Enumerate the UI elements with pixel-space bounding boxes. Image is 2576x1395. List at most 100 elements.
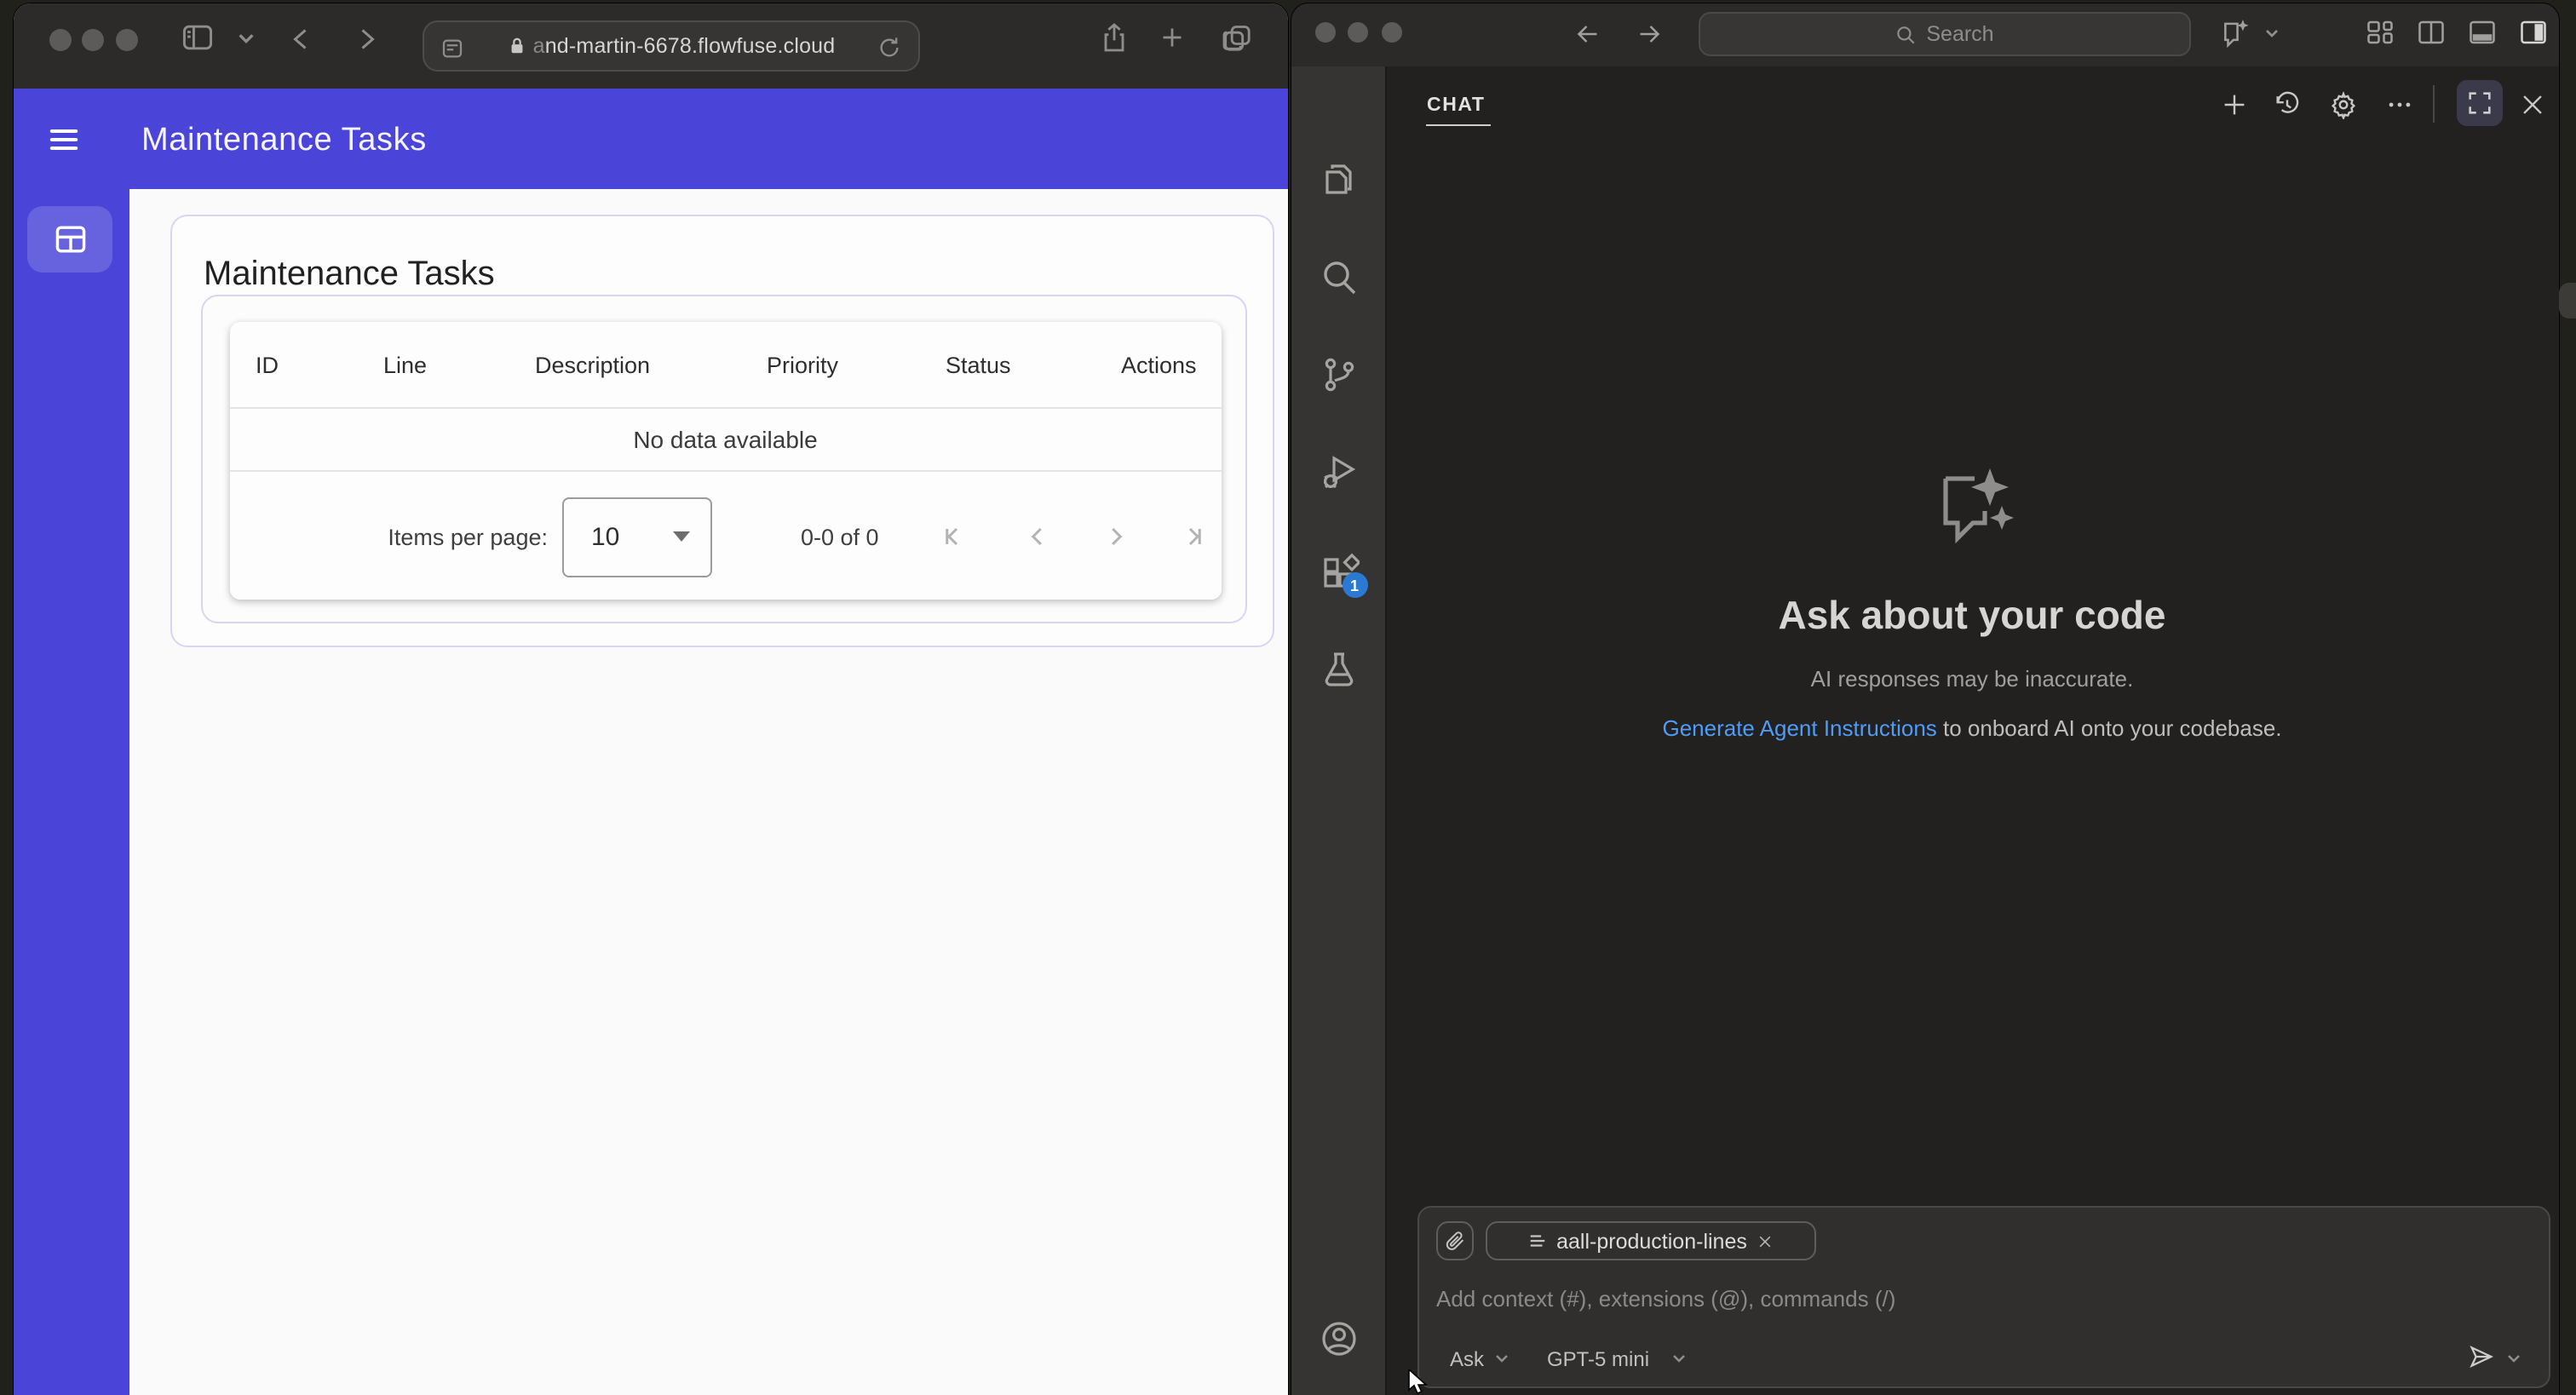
items-per-page-label: Items per page: [388,525,548,550]
paperclip-icon [1446,1231,1464,1250]
maintenance-card: Maintenance Tasks ID Line Description Pr… [170,215,1274,646]
customize-layout-icon[interactable] [2364,17,2395,48]
chat-settings-gear-icon[interactable] [2328,90,2357,119]
items-per-page-value: 10 [591,522,620,551]
divider [2432,85,2434,123]
traffic-light-minimize[interactable] [1348,22,1368,43]
chat-panel: CHAT Ask about your code AI responses ma… [1386,66,2558,1395]
items-per-page-select[interactable]: 10 [562,497,712,577]
nav-forward-icon[interactable] [1633,19,1664,49]
column-header-id[interactable]: ID [256,352,383,377]
traffic-light-close[interactable] [49,28,71,50]
dashboard-sidebar [14,189,129,1395]
activity-bar: 1 [1291,66,1386,1395]
send-icon[interactable] [2467,1341,2496,1370]
traffic-light-zoom[interactable] [115,28,137,50]
mouse-cursor [1407,1369,1429,1395]
background-window-edge [2558,283,2576,319]
lock-icon [511,37,522,54]
link-suffix: to onboard AI onto your codebase. [1936,715,2282,741]
search-icon [1896,26,1914,43]
share-icon[interactable] [1097,19,1131,56]
model-picker[interactable]: GPT-5 mini [1547,1346,1649,1370]
sidebar-item-page[interactable] [27,206,112,273]
pagination-range: 0-0 of 0 [801,525,879,550]
chevron-down-icon[interactable] [237,29,256,48]
generate-agent-instructions-link[interactable]: Generate Agent Instructions [1662,715,1936,741]
safari-window: and-martin-6678.flowfuse.cloud Maintenan [14,3,1287,1395]
vscode-titlebar: Search [1291,3,2558,66]
select-arrow-icon [673,531,690,542]
column-header-status[interactable]: Status [946,352,1121,377]
attach-context-button[interactable] [1436,1221,1474,1260]
remove-context-icon[interactable] [1757,1232,1774,1249]
table-empty-message: No data available [633,426,818,453]
first-page-icon[interactable] [939,521,969,552]
send-dropdown-icon[interactable] [2506,1350,2521,1365]
nav-back-icon[interactable] [1572,19,1602,49]
search-placeholder: Search [1926,22,1994,46]
column-header-actions[interactable]: Actions [1121,352,1221,377]
chat-history-icon[interactable] [2272,90,2301,119]
card-title: Maintenance Tasks [204,255,495,293]
traffic-light-close[interactable] [1314,22,1335,43]
column-header-description[interactable]: Description [535,352,767,377]
context-chip[interactable]: aall-production-lines [1486,1221,1816,1260]
table-card: ID Line Description Priority Status Acti… [201,295,1246,623]
column-header-line[interactable]: Line [383,352,535,377]
account-icon[interactable] [1318,1318,1359,1359]
list-icon [1529,1235,1544,1247]
table-header-row: ID Line Description Priority Status Acti… [230,322,1221,407]
chat-sparkle-icon [1928,465,2016,550]
dashboard-header: Maintenance Tasks [14,89,1287,189]
tab-overview-icon[interactable] [1220,20,1254,55]
copilot-dropdown-icon[interactable] [2263,26,2279,41]
run-debug-icon[interactable] [1318,451,1359,492]
forward-icon[interactable] [351,24,382,55]
empty-state-title: Ask about your code [1778,593,2166,637]
testing-icon[interactable] [1318,649,1359,690]
next-page-icon[interactable] [1101,521,1131,552]
model-chevron-icon[interactable] [1671,1350,1687,1365]
table-grid-icon [52,223,88,255]
last-page-icon[interactable] [1177,521,1208,552]
maximize-panel-button[interactable] [2456,80,2502,126]
traffic-light-minimize[interactable] [82,28,104,50]
data-table: ID Line Description Priority Status Acti… [230,322,1221,599]
new-tab-icon[interactable] [1157,22,1187,53]
page-title: Maintenance Tasks [141,123,427,158]
vscode-window: Search 1 CHAT Ask about your code AI res… [1291,3,2558,1395]
mode-chevron-icon[interactable] [1494,1350,1509,1365]
search-icon[interactable] [1318,256,1359,297]
chat-input-container[interactable]: aall-production-lines Add context (#), e… [1417,1205,2550,1388]
back-icon[interactable] [286,24,317,55]
more-actions-icon[interactable] [2384,90,2413,119]
column-header-priority[interactable]: Priority [767,352,946,377]
source-control-icon[interactable] [1318,354,1359,395]
extensions-badge: 1 [1342,572,1367,598]
prev-page-icon[interactable] [1022,521,1053,552]
desktop: and-martin-6678.flowfuse.cloud Maintenan [0,0,2576,1395]
safari-toolbar: and-martin-6678.flowfuse.cloud [14,3,1287,89]
reload-icon[interactable] [877,36,901,60]
context-chip-label: aall-production-lines [1556,1229,1747,1253]
toggle-panel-icon[interactable] [2466,17,2497,48]
active-tab-underline [1425,123,1490,126]
address-bar[interactable]: and-martin-6678.flowfuse.cloud [423,20,920,72]
hamburger-menu-icon[interactable] [46,122,82,156]
split-editor-icon[interactable] [2415,17,2446,48]
command-center-search[interactable]: Search [1698,12,2190,56]
table-footer: Items per page: 10 0-0 of 0 [230,472,1221,599]
copilot-icon[interactable] [2219,17,2251,49]
tab-chat[interactable]: CHAT [1427,95,1486,116]
traffic-light-zoom[interactable] [1381,22,1401,43]
mode-picker[interactable]: Ask [1450,1346,1484,1370]
url-text: and-martin-6678.flowfuse.cloud [424,34,918,58]
explorer-icon[interactable] [1318,158,1359,198]
sidebar-toggle-icon[interactable] [179,19,216,56]
new-chat-icon[interactable] [2219,90,2248,119]
toggle-secondary-sidebar-icon[interactable] [2517,17,2548,48]
close-panel-icon[interactable] [2517,90,2546,119]
chat-input-placeholder[interactable]: Add context (#), extensions (@), command… [1436,1285,1895,1311]
dashboard-content: Maintenance Tasks ID Line Description Pr… [129,189,1287,1395]
